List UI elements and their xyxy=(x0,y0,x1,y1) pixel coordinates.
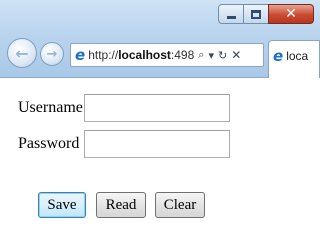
search-icon[interactable]: ⌕ xyxy=(198,48,204,62)
save-button[interactable]: Save xyxy=(38,192,86,218)
minimize-button[interactable] xyxy=(218,4,244,24)
url-host: localhost xyxy=(118,48,171,62)
back-button[interactable]: ← xyxy=(7,38,37,68)
read-button[interactable]: Read xyxy=(96,192,146,218)
maximize-button[interactable] xyxy=(243,4,269,24)
address-controls: ⌕ ▾ ↻ ✕ xyxy=(198,48,241,62)
stop-icon[interactable]: ✕ xyxy=(231,48,241,62)
username-label: Username xyxy=(18,99,83,116)
ie-favicon-icon: e xyxy=(75,45,86,64)
tab-title: loca xyxy=(286,49,309,63)
address-bar[interactable]: e http://localhost:498 ⌕ ▾ ↻ ✕ xyxy=(70,43,264,67)
arrow-left-icon: ← xyxy=(15,43,29,63)
maximize-icon xyxy=(251,9,261,19)
browser-chrome: ✕ ← → e http://localhost:498 ⌕ ▾ ↻ ✕ e l… xyxy=(0,0,320,78)
tab-favicon-icon: e xyxy=(273,47,284,65)
forward-button[interactable]: → xyxy=(40,42,64,66)
url-prefix: http:// xyxy=(88,48,119,62)
close-window-button[interactable]: ✕ xyxy=(268,4,314,24)
username-input[interactable] xyxy=(84,94,230,122)
arrow-right-icon: → xyxy=(46,46,58,62)
clear-button[interactable]: Clear xyxy=(155,192,205,218)
dropdown-arrow-icon[interactable]: ▾ xyxy=(208,49,214,62)
refresh-icon[interactable]: ↻ xyxy=(218,49,227,62)
close-icon: ✕ xyxy=(285,6,297,22)
minimize-icon xyxy=(226,15,236,19)
password-label: Password xyxy=(18,135,80,152)
url-suffix: :498 xyxy=(170,48,195,62)
browser-tab[interactable]: e loca xyxy=(268,40,320,78)
address-url[interactable]: http://localhost:498 xyxy=(88,48,194,62)
window-controls: ✕ xyxy=(218,4,314,24)
password-input[interactable] xyxy=(84,130,230,158)
